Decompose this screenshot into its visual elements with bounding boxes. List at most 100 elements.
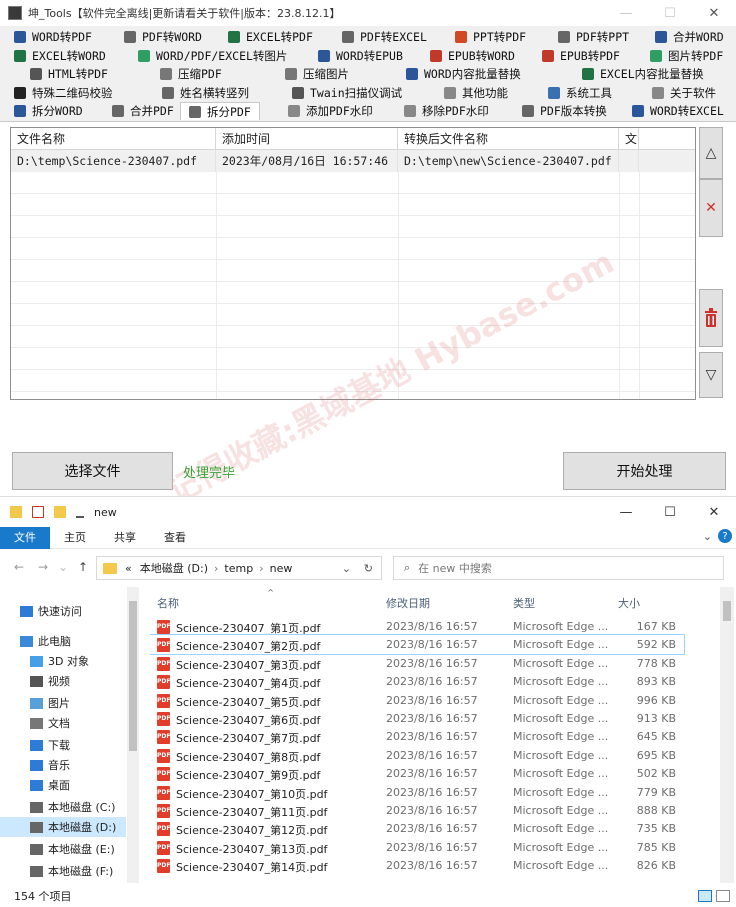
file-row[interactable]: PDF Science-230407_第7页.pdf 2023/8/16 16:57… [150,727,684,745]
nav-item[interactable]: 本地磁盘 (F:) [0,861,126,881]
tab-2-0[interactable]: HTML转PDF [30,65,108,83]
col-header-file-name[interactable]: 文件名称 [11,128,216,150]
nav-item[interactable]: 视频 [0,671,126,691]
nav-item[interactable]: 文档 [0,713,126,733]
col-header-extra[interactable]: 文 [619,128,639,150]
grid-row[interactable]: D:\temp\Science-230407.pdf 2023年/08月/16日… [11,150,695,172]
large-icons-view-icon[interactable] [716,889,730,902]
start-process-button[interactable]: 开始处理 [563,452,726,490]
ribbon-tab-view[interactable]: 查看 [150,527,200,549]
tab-4-0[interactable]: 拆分WORD [14,102,83,120]
file-row[interactable]: PDF Science-230407_第10页.pdf 2023/8/16 16:5… [150,783,684,801]
search-box[interactable]: ⌕ 在 new 中搜索 [393,556,724,580]
help-icon[interactable]: ? [718,529,732,543]
tab-0-2[interactable]: EXCEL转PDF [228,28,313,46]
file-row[interactable]: PDF Science-230407_第3页.pdf 2023/8/16 16:57… [150,654,684,672]
expand-ribbon-icon[interactable]: ⌄ [703,530,712,543]
ribbon-tab-file[interactable]: 文件 [0,526,50,549]
tab-1-3[interactable]: EPUB转WORD [430,47,515,65]
refresh-icon[interactable]: ↻ [364,562,373,575]
customize-toolbar-icon[interactable] [76,506,84,518]
tab-2-4[interactable]: EXCEL内容批量替换 [582,65,704,83]
tab-3-4[interactable]: 系统工具 [548,84,612,102]
file-row[interactable]: PDF Science-230407_第2页.pdf 2023/8/16 16:57… [150,634,685,655]
properties-icon[interactable] [32,506,44,518]
tab-4-6[interactable]: WORD转EXCEL [632,102,724,120]
tab-2-2[interactable]: 压缩图片 [285,65,349,83]
forward-arrow-icon[interactable]: → [38,560,48,574]
nav-item[interactable]: 此电脑 [0,631,126,651]
tab-1-5[interactable]: 图片转PDF [650,47,723,65]
close-button[interactable]: ✕ [692,0,736,26]
move-down-button[interactable]: ▽ [699,352,723,398]
nav-item[interactable]: 图片 [0,693,126,713]
breadcrumb-temp[interactable]: temp [224,562,253,575]
nav-scroll-thumb[interactable] [129,601,137,751]
tab-1-1[interactable]: WORD/PDF/EXCEL转图片 [138,47,287,65]
col-header-size[interactable]: 大小 [618,595,640,611]
nav-item[interactable]: 3D 对象 [0,651,126,671]
details-view-icon[interactable] [698,889,712,902]
maximize-button[interactable]: ☐ [648,0,692,26]
tab-1-0[interactable]: EXCEL转WORD [14,47,106,65]
explorer-close-button[interactable]: ✕ [692,497,736,527]
file-row[interactable]: PDF Science-230407_第12页.pdf 2023/8/16 16:5… [150,819,684,837]
ribbon-tab-share[interactable]: 共享 [100,527,150,549]
col-header-date[interactable]: 修改日期 [386,595,430,611]
tab-2-1[interactable]: 压缩PDF [160,65,222,83]
move-up-button[interactable]: △ [699,127,723,179]
tab-0-3[interactable]: PDF转EXCEL [342,28,427,46]
file-row[interactable]: PDF Science-230407_第1页.pdf 2023/8/16 16:57… [150,617,684,635]
address-overflow[interactable]: « [125,562,132,575]
back-arrow-icon[interactable]: ← [14,560,24,574]
file-row[interactable]: PDF Science-230407_第14页.pdf 2023/8/16 16:5… [150,856,684,874]
file-scroll-thumb[interactable] [723,601,731,621]
file-row[interactable]: PDF Science-230407_第9页.pdf 2023/8/16 16:57… [150,764,684,782]
tab-0-0[interactable]: WORD转PDF [14,28,92,46]
address-bar[interactable]: « 本地磁盘 (D:) › temp › new ⌄ ↻ [96,556,382,580]
file-row[interactable]: PDF Science-230407_第4页.pdf 2023/8/16 16:57… [150,672,684,690]
tab-0-5[interactable]: PDF转PPT [558,28,629,46]
new-folder-icon[interactable] [54,506,66,518]
nav-item[interactable]: 快速访问 [0,601,126,621]
tab-4-2[interactable]: 拆分PDF [180,102,260,120]
col-header-add-time[interactable]: 添加时间 [216,128,398,150]
tab-3-5[interactable]: 关于软件 [652,84,716,102]
tab-1-4[interactable]: EPUB转PDF [542,47,620,65]
tab-4-4[interactable]: 移除PDF水印 [404,102,489,120]
tab-4-5[interactable]: PDF版本转换 [522,102,607,120]
tab-3-0[interactable]: 特殊二维码校验 [14,84,113,102]
file-row[interactable]: PDF Science-230407_第5页.pdf 2023/8/16 16:57… [150,691,684,709]
nav-item[interactable]: 本地磁盘 (D:) [0,817,126,837]
nav-item[interactable]: 下载 [0,735,126,755]
ribbon-tab-home[interactable]: 主页 [50,527,100,549]
clear-list-button[interactable] [699,289,723,347]
up-arrow-icon[interactable]: ↑ [78,560,88,574]
breadcrumb-drive[interactable]: 本地磁盘 (D:) [140,560,208,576]
tab-2-3[interactable]: WORD内容批量替换 [406,65,521,83]
col-header-name[interactable]: 名称 [157,595,179,611]
file-row[interactable]: PDF Science-230407_第11页.pdf 2023/8/16 16:5… [150,801,684,819]
file-row[interactable]: PDF Science-230407_第6页.pdf 2023/8/16 16:57… [150,709,684,727]
tab-3-1[interactable]: 姓名横转竖列 [162,84,249,102]
explorer-maximize-button[interactable]: ☐ [648,497,692,527]
tab-3-2[interactable]: Twain扫描仪调试 [292,84,402,102]
nav-item[interactable]: 桌面 [0,775,126,795]
recent-chevron-icon[interactable]: ⌄ [58,560,68,574]
col-header-type[interactable]: 类型 [513,595,535,611]
tab-3-3[interactable]: 其他功能 [444,84,508,102]
tab-0-4[interactable]: PPT转PDF [455,28,526,46]
address-dropdown-icon[interactable]: ⌄ [342,562,351,575]
file-scrollbar[interactable] [720,587,734,883]
col-header-output-name[interactable]: 转换后文件名称 [398,128,619,150]
minimize-button[interactable]: — [604,0,648,26]
nav-scrollbar[interactable] [127,587,139,883]
delete-item-button[interactable]: ✕ [699,179,723,237]
nav-item[interactable]: 本地磁盘 (C:) [0,797,126,817]
breadcrumb-new[interactable]: new [270,562,293,575]
nav-item[interactable]: 音乐 [0,755,126,775]
tab-0-6[interactable]: 合并WORD [655,28,724,46]
tab-0-1[interactable]: PDF转WORD [124,28,202,46]
tab-4-1[interactable]: 合并PDF [112,102,174,120]
explorer-minimize-button[interactable]: — [604,497,648,527]
